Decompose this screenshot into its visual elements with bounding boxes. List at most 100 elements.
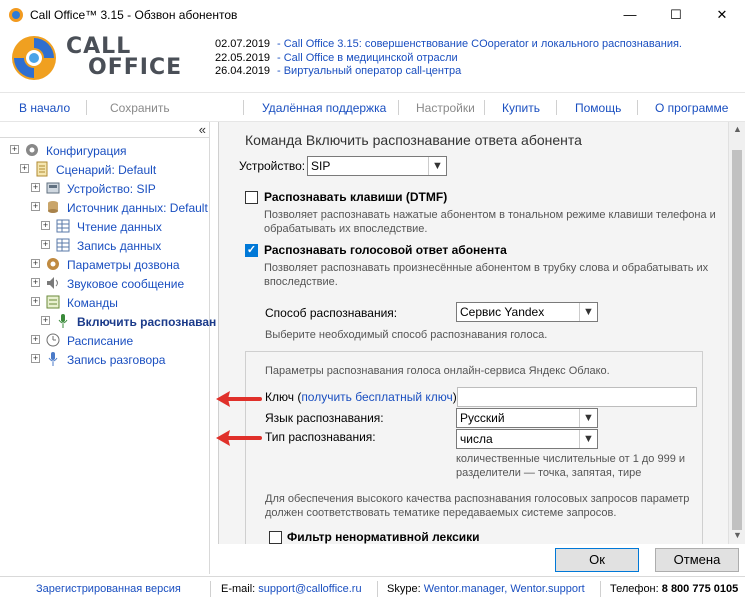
nav-divider (243, 100, 244, 115)
chevron-down-icon: ▼ (579, 430, 597, 448)
cancel-button[interactable]: Отмена (655, 548, 739, 572)
news-item: 22.05.2019 - Call Office в медицинской от… (215, 52, 682, 66)
voice-hint-line1: Позволяет распознавать произнесённые або… (264, 262, 709, 274)
method-select[interactable]: Сервис Yandex ▼ (456, 302, 598, 322)
expand-icon[interactable]: + (10, 145, 19, 154)
type-select[interactable]: числа ▼ (456, 429, 598, 449)
tree-item-label: Параметры дозвона (67, 258, 180, 272)
nav-settings[interactable]: Настройки (416, 101, 475, 115)
expand-icon[interactable]: + (31, 354, 40, 363)
microphone-icon (58, 314, 68, 328)
skype-link[interactable]: Wentor.manager, Wentor.support (424, 583, 585, 595)
gear-icon (26, 144, 38, 156)
chevron-down-icon: ▼ (428, 157, 446, 175)
method-hint: Выберите необходимый способ распознавани… (265, 329, 548, 341)
voice-checkbox[interactable]: ✓ (245, 244, 258, 257)
dtmf-hint-line2: обрабатывать их впоследствие. (264, 223, 428, 235)
nav-save[interactable]: Сохранить (110, 101, 170, 115)
panel-title: Команда Включить распознавание ответа аб… (245, 132, 582, 148)
type-select-value: числа (460, 432, 493, 446)
dtmf-checkbox[interactable] (245, 191, 258, 204)
tree-item-label: Запись разговора (67, 353, 166, 367)
scroll-thumb[interactable] (732, 150, 742, 530)
expand-icon[interactable]: + (41, 221, 50, 230)
expand-icon[interactable]: + (31, 202, 40, 211)
get-free-key-link[interactable]: получить бесплатный ключ (301, 390, 452, 404)
type-hint-line2: разделители — точка, запятая, тире (456, 467, 642, 479)
status-phone: Телефон: 8 800 775 0105 (610, 583, 739, 595)
scroll-down-icon[interactable]: ▼ (733, 530, 742, 540)
news-item: 26.04.2019 - Виртуальный оператор call-це… (215, 65, 682, 79)
method-label: Способ распознавания: (265, 306, 398, 320)
close-button[interactable]: ✕ (699, 0, 745, 30)
table-icon (56, 219, 70, 233)
nav-help[interactable]: Помощь (575, 101, 621, 115)
maximize-button[interactable]: ☐ (653, 0, 699, 30)
clock-icon (46, 333, 60, 347)
microphone-icon (48, 352, 58, 366)
status-divider (600, 581, 601, 597)
news-link[interactable]: - Call Office в медицинской отрасли (277, 52, 458, 64)
news-list: 02.07.2019 - Call Office 3.15: совершенст… (215, 38, 682, 79)
language-select[interactable]: Русский ▼ (456, 408, 598, 428)
expand-icon[interactable]: + (31, 183, 40, 192)
dtmf-hint: Позволяет распознавать нажатые абонентом… (264, 208, 716, 236)
call-office-logo: CALL OFFICE (8, 32, 181, 84)
key-label: Ключ (получить бесплатный ключ): (265, 390, 460, 404)
nav-home[interactable]: В начало (19, 101, 70, 115)
logo-emblem-icon (12, 36, 56, 80)
news-date: 26.04.2019 (215, 65, 271, 77)
email-link[interactable]: support@calloffice.ru (258, 583, 361, 595)
nav-divider (398, 100, 399, 115)
status-skype: Skype: Wentor.manager, Wentor.support (387, 583, 585, 595)
yandex-params-title: Параметры распознавания голоса онлайн-се… (265, 365, 610, 377)
minimize-button[interactable]: — (607, 0, 653, 30)
scroll-up-icon[interactable]: ▲ (733, 124, 742, 134)
app-icon (9, 8, 23, 22)
type-hint-line1: количественные числительные от 1 до 999 … (456, 453, 686, 465)
status-divider (210, 581, 211, 597)
panel-scrollbar[interactable]: ▲ ▼ (728, 122, 745, 544)
red-arrow-icon (216, 391, 262, 407)
expand-icon[interactable]: + (20, 164, 29, 173)
device-select[interactable]: SIP ▼ (307, 156, 447, 176)
profanity-filter-label: Фильтр ненормативной лексики (287, 530, 480, 544)
red-arrow-icon (216, 430, 262, 446)
chevron-down-icon: ▼ (579, 303, 597, 321)
title-bar: Call Office™ 3.15 - Обзвон абонентов — ☐… (0, 0, 745, 30)
device-select-value: SIP (311, 159, 331, 173)
key-input[interactable] (457, 387, 697, 407)
collapse-panel-icon[interactable]: « (199, 122, 206, 137)
nav-divider (484, 100, 485, 115)
language-label: Язык распознавания: (265, 411, 384, 425)
nav-remote-support[interactable]: Удалённая поддержка (262, 101, 386, 115)
database-icon (48, 201, 58, 213)
config-tree: « + Конфигурация + Сценарий: Default + У… (0, 122, 216, 574)
speaker-icon (47, 277, 58, 289)
language-select-value: Русский (460, 411, 505, 425)
profanity-filter-checkbox[interactable] (269, 531, 282, 544)
expand-icon[interactable]: + (31, 259, 40, 268)
tree-item-label: Запись данных (77, 239, 162, 253)
status-bar: Зарегистрированная версия E-mail: suppor… (0, 576, 745, 600)
script-icon (36, 161, 48, 177)
registered-version: Зарегистрированная версия (36, 583, 181, 595)
expand-icon[interactable]: + (31, 297, 40, 306)
ok-button[interactable]: Ок (555, 548, 639, 572)
status-email: E-mail: support@calloffice.ru (221, 583, 362, 595)
tree-item-label: Чтение данных (77, 220, 162, 234)
expand-icon[interactable]: + (41, 316, 50, 325)
quality-hint: Для обеспечения высокого качества распоз… (265, 492, 689, 520)
method-select-value: Сервис Yandex (460, 305, 545, 319)
nav-about[interactable]: О программе (655, 101, 728, 115)
logo-line1: CALL (66, 34, 132, 59)
news-date: 22.05.2019 (215, 51, 271, 64)
news-link[interactable]: - Call Office 3.15: совершенствование CO… (277, 38, 682, 50)
nav-buy[interactable]: Купить (502, 101, 540, 115)
header: CALL OFFICE 02.07.2019 - Call Office 3.15… (0, 30, 745, 88)
news-link[interactable]: - Виртуальный оператор call-центра (277, 65, 461, 77)
expand-icon[interactable]: + (31, 335, 40, 344)
expand-icon[interactable]: + (41, 240, 50, 249)
news-date: 02.07.2019 (215, 38, 271, 50)
expand-icon[interactable]: + (31, 278, 40, 287)
